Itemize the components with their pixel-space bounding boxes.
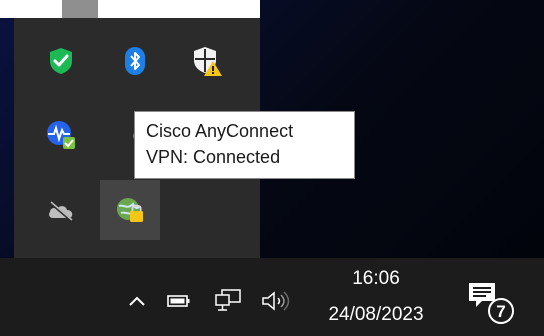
tooltip-line-1: Cisco AnyConnect bbox=[146, 121, 294, 141]
cisco-anyconnect-vpn-icon[interactable] bbox=[100, 180, 160, 240]
window-edge bbox=[0, 0, 260, 18]
bluetooth-icon[interactable] bbox=[112, 38, 158, 84]
action-center-button[interactable]: 7 bbox=[460, 276, 520, 332]
clock-time: 16:06 bbox=[352, 268, 400, 289]
volume-icon[interactable] bbox=[258, 286, 296, 316]
onedrive-offline-icon[interactable] bbox=[38, 188, 84, 234]
taskbar-clock[interactable]: 16:06 24/08/2023 bbox=[306, 262, 446, 332]
show-hidden-icons-icon[interactable] bbox=[124, 288, 150, 314]
clock-date: 24/08/2023 bbox=[328, 304, 424, 325]
network-icon[interactable] bbox=[212, 286, 244, 316]
tooltip-line-2: VPN: Connected bbox=[146, 147, 281, 167]
activity-monitor-icon[interactable] bbox=[38, 112, 84, 158]
windows-security-icon[interactable] bbox=[38, 38, 84, 84]
battery-icon[interactable] bbox=[164, 288, 194, 314]
window-shadow bbox=[62, 0, 98, 18]
notification-count-badge: 7 bbox=[488, 298, 514, 324]
security-shield-warning-icon[interactable] bbox=[184, 38, 230, 84]
vpn-tooltip: Cisco AnyConnect VPN: Connected bbox=[134, 111, 355, 179]
